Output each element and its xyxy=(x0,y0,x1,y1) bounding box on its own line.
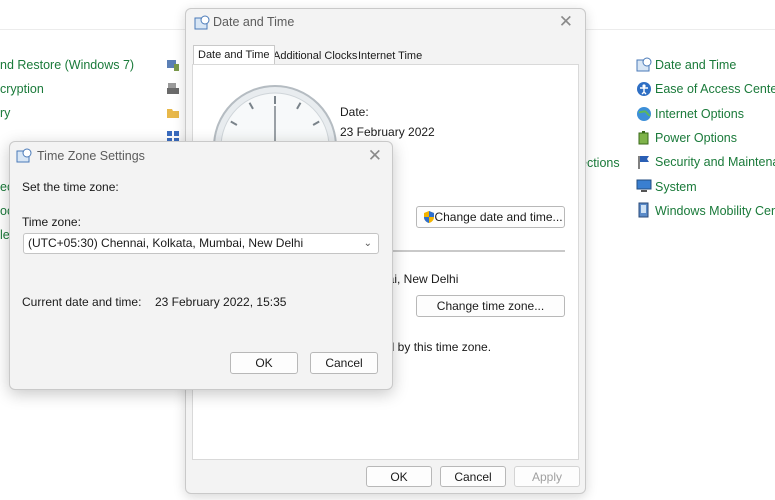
section-divider xyxy=(393,250,565,252)
date-time-cancel-button[interactable]: Cancel xyxy=(440,466,506,487)
change-time-zone-button[interactable]: Change time zone... xyxy=(416,295,565,317)
cp-link-windows-mobility[interactable]: Windows Mobility Cent xyxy=(655,204,775,218)
time-zone-ok-button[interactable]: OK xyxy=(230,352,298,374)
time-zone-label: Time zone: xyxy=(22,215,81,229)
time-zone-settings-dialog: Time Zone Settings ✕ Set the time zone: … xyxy=(9,141,393,390)
set-time-zone-instruction: Set the time zone: xyxy=(22,180,119,194)
device-icon[interactable] xyxy=(165,57,181,73)
date-time-title-icon xyxy=(194,15,210,31)
date-time-dialog-title: Date and Time xyxy=(213,15,295,29)
date-time-apply-button[interactable]: Apply xyxy=(514,466,580,487)
time-zone-cancel-button[interactable]: Cancel xyxy=(310,352,378,374)
uac-shield-icon xyxy=(422,210,436,224)
mobility-icon[interactable] xyxy=(636,202,652,218)
cp-link-bitlocker[interactable]: cryption xyxy=(0,82,44,96)
cp-link-ease-of-access[interactable]: Ease of Access Center xyxy=(655,82,775,96)
change-date-time-label: Change date and time... xyxy=(434,210,563,224)
printer-icon[interactable] xyxy=(165,81,181,97)
time-zone-select[interactable]: (UTC+05:30) Chennai, Kolkata, Mumbai, Ne… xyxy=(23,233,379,254)
cp-link-internet-options[interactable]: Internet Options xyxy=(655,107,744,121)
clock-calendar-icon[interactable] xyxy=(636,57,652,73)
cp-link-security-maintenance[interactable]: Security and Maintenan xyxy=(655,155,775,169)
date-time-ok-button[interactable]: OK xyxy=(366,466,432,487)
change-date-time-button[interactable]: Change date and time... xyxy=(416,206,565,228)
time-zone-close-icon[interactable]: ✕ xyxy=(368,147,382,165)
computer-icon[interactable] xyxy=(636,178,652,194)
date-label: Date: xyxy=(340,105,369,119)
folder-icon[interactable] xyxy=(165,105,181,121)
time-zone-dialog-title: Time Zone Settings xyxy=(37,149,145,163)
tab-additional-clocks[interactable]: Additional Clocks xyxy=(269,47,361,65)
globe-icon[interactable] xyxy=(636,106,652,122)
time-zone-select-value: (UTC+05:30) Chennai, Kolkata, Mumbai, Ne… xyxy=(28,236,304,250)
date-time-close-icon[interactable]: ✕ xyxy=(559,13,573,31)
accessibility-icon[interactable] xyxy=(636,81,652,97)
dst-partial-text: ed by this time zone. xyxy=(381,340,492,354)
cp-link-system[interactable]: System xyxy=(655,180,697,194)
tab-internet-time[interactable]: Internet Time xyxy=(354,47,426,65)
date-value: 23 February 2022 xyxy=(340,125,435,139)
cp-link-power-options[interactable]: Power Options xyxy=(655,131,737,145)
tab-date-and-time[interactable]: Date and Time xyxy=(193,45,275,64)
time-zone-title-icon xyxy=(16,148,32,164)
cp-link-backup-restore[interactable]: nd Restore (Windows 7) xyxy=(0,58,134,72)
current-date-time-label: Current date and time: xyxy=(22,295,142,309)
flag-icon[interactable] xyxy=(636,154,652,170)
cp-link-history[interactable]: ry xyxy=(0,106,10,120)
cp-link-date-time[interactable]: Date and Time xyxy=(655,58,736,72)
chevron-down-icon: ⌄ xyxy=(363,238,372,249)
battery-icon[interactable] xyxy=(636,130,652,146)
current-date-time-value: 23 February 2022, 15:35 xyxy=(155,295,287,309)
